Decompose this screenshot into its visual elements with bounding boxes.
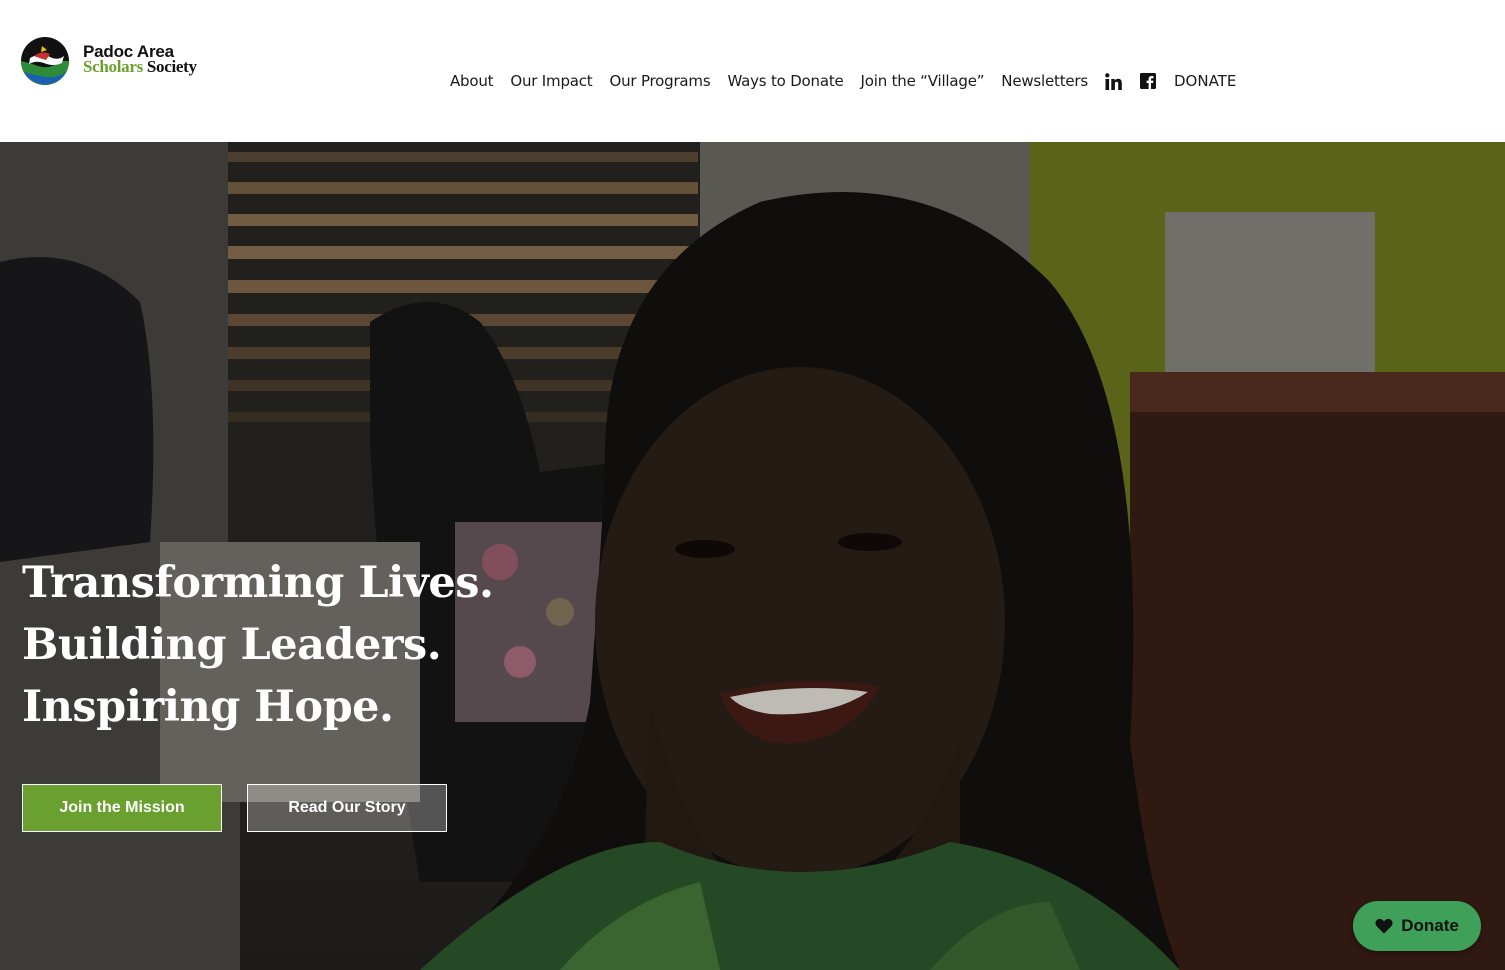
- floating-donate-label: Donate: [1401, 916, 1459, 935]
- floating-donate-button[interactable]: Donate: [1353, 901, 1481, 951]
- nav-item-newsletters[interactable]: Newsletters: [1001, 72, 1088, 90]
- join-the-mission-button[interactable]: Join the Mission: [22, 784, 222, 832]
- logo-name-line2: Scholars Society: [83, 57, 197, 77]
- site-logo[interactable]: Padoc Area Scholars Society: [20, 34, 220, 90]
- heart-icon: [1375, 918, 1393, 934]
- main-nav: About Our Impact Our Programs Ways to Do…: [450, 68, 1236, 94]
- hero-headline: Transforming Lives. Building Leaders. In…: [22, 552, 494, 738]
- facebook-icon: [1140, 73, 1156, 89]
- read-our-story-button[interactable]: Read Our Story: [247, 784, 447, 832]
- hero-headline-line2: Building Leaders.: [22, 620, 442, 670]
- hero-section: Transforming Lives. Building Leaders. In…: [0, 142, 1505, 970]
- facebook-link[interactable]: [1140, 73, 1156, 89]
- logo-name-society: Society: [146, 57, 197, 76]
- nav-item-our-impact[interactable]: Our Impact: [510, 72, 592, 90]
- linkedin-icon: [1105, 72, 1122, 90]
- hero-headline-line3: Inspiring Hope.: [22, 682, 394, 732]
- linkedin-link[interactable]: [1105, 72, 1122, 90]
- nav-item-about[interactable]: About: [450, 72, 494, 90]
- site-header: Padoc Area Scholars Society About Our Im…: [0, 0, 1505, 142]
- nav-item-our-programs[interactable]: Our Programs: [610, 72, 711, 90]
- logo-name-scholars: Scholars: [83, 57, 143, 76]
- logo-icon: [21, 37, 69, 85]
- nav-item-join-the-village[interactable]: Join the “Village”: [861, 72, 985, 90]
- nav-donate-link[interactable]: DONATE: [1174, 72, 1236, 90]
- nav-item-ways-to-donate[interactable]: Ways to Donate: [727, 72, 843, 90]
- hero-headline-line1: Transforming Lives.: [22, 558, 494, 608]
